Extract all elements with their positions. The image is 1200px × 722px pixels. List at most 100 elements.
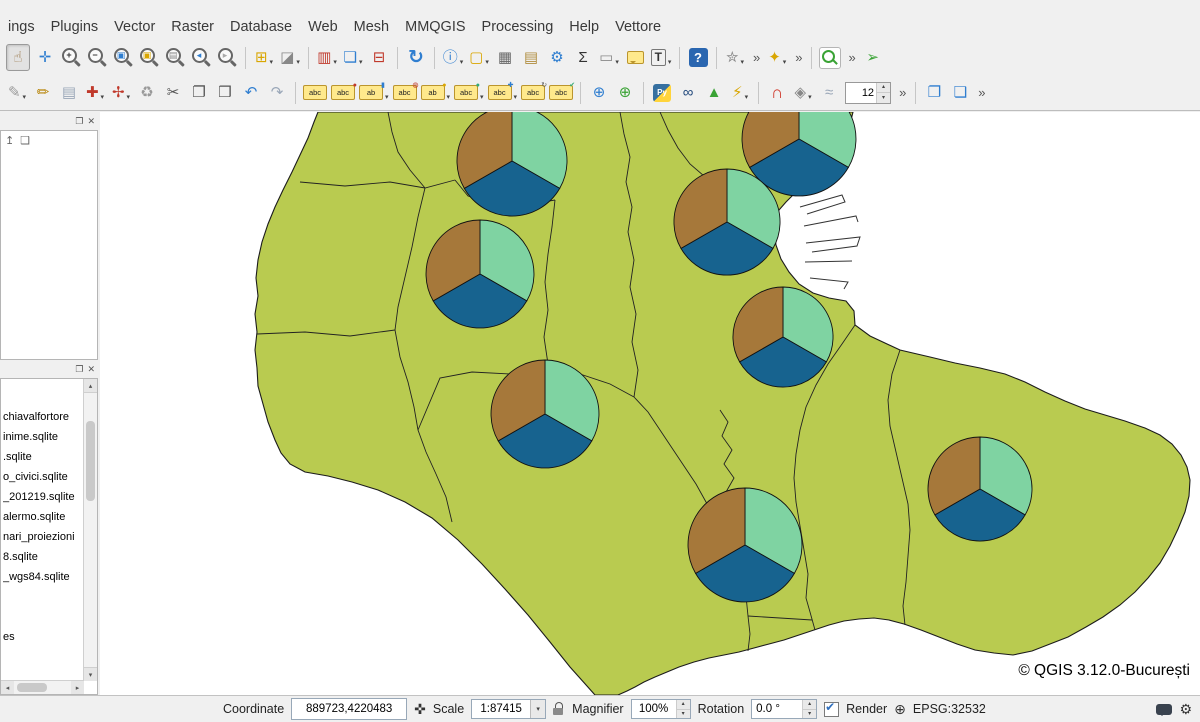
processing-toolbox-button[interactable]: ⚙	[546, 45, 568, 70]
menu-item-mmqgis[interactable]: MMQGIS	[397, 16, 473, 38]
chevron-down-icon[interactable]: ▾	[783, 58, 787, 70]
pan-map-button[interactable]: ☝	[6, 44, 30, 71]
scale-input[interactable]	[472, 702, 530, 716]
lock-icon[interactable]	[553, 702, 565, 716]
menu-item-ings[interactable]: ings	[0, 16, 43, 38]
close-panel-icon[interactable]: ✕	[87, 365, 95, 374]
layers-panel[interactable]: ↥❑	[0, 130, 98, 360]
zoom-in-button[interactable]: +	[60, 45, 82, 70]
rotate-label-button[interactable]: abc↻	[521, 80, 545, 105]
scroll-down-icon[interactable]: ▾	[84, 667, 97, 681]
copy-style-button[interactable]: ❐	[923, 80, 945, 105]
plugin-tool-a-button[interactable]: ✦▾	[766, 45, 788, 70]
vertex-tool-button[interactable]: ✢▾	[110, 80, 132, 105]
chevron-down-icon[interactable]: ▾	[296, 58, 300, 70]
horizontal-scroll-thumb[interactable]	[17, 683, 47, 692]
snapping-tolerance-spinbox[interactable]: ▴▾	[845, 82, 891, 104]
gear-icon[interactable]: ⚙	[1179, 702, 1192, 716]
step-up-icon[interactable]: ▴	[677, 700, 690, 709]
python-console-button[interactable]: Py	[651, 80, 673, 105]
scale-combo[interactable]: ▾	[471, 699, 546, 719]
pan-map-to-selection-button[interactable]: ✛	[34, 45, 56, 70]
measure-line-button[interactable]: ▭▾	[598, 45, 620, 70]
help-button[interactable]: ?	[687, 45, 709, 70]
step-down-icon[interactable]: ▾	[803, 709, 816, 719]
text-annotation-button[interactable]: T▾	[650, 45, 672, 70]
scroll-up-icon[interactable]: ▴	[84, 379, 97, 393]
zoom-full-extent-button[interactable]: ▣	[112, 45, 134, 70]
epsg-label[interactable]: EPSG:32532	[913, 702, 986, 716]
cut-features-button[interactable]: ✂	[162, 80, 184, 105]
step-up-icon[interactable]: ▴	[877, 83, 890, 93]
osm-place-search-button[interactable]	[819, 45, 841, 70]
qgis-cloud-plugin-button[interactable]: ➢	[862, 45, 884, 70]
move-label-button[interactable]: abc✚▾	[488, 80, 518, 105]
chevron-down-icon[interactable]: ▾	[127, 93, 131, 105]
show-hide-labels-button[interactable]: ab●▾	[421, 80, 451, 105]
chevron-down-icon[interactable]: ▾	[359, 58, 363, 70]
globe-icon[interactable]: ⊕	[894, 702, 906, 716]
snapping-toggle-button[interactable]: ∩	[766, 80, 788, 105]
toolbar-overflow-chevron[interactable]: »	[753, 50, 759, 65]
chevron-down-icon[interactable]: ▾	[101, 93, 105, 105]
paste-features-button[interactable]: ❒	[214, 80, 236, 105]
search-binoculars-button[interactable]: ∞	[677, 80, 699, 105]
label-visibility-button[interactable]: abc●▾	[454, 80, 484, 105]
toolbar-overflow-chevron[interactable]: »	[795, 50, 801, 65]
chevron-down-icon[interactable]: ▾	[514, 93, 518, 105]
messages-bubble-icon[interactable]	[1156, 704, 1172, 715]
chevron-down-icon[interactable]: ▾	[808, 93, 812, 105]
toolbar-overflow-chevron[interactable]: »	[848, 50, 854, 65]
snapping-tolerance-input[interactable]	[846, 83, 876, 103]
duplicate-layer-button[interactable]: ❏	[949, 80, 971, 105]
profile-tool-button[interactable]: ▲	[703, 80, 725, 105]
new-map-view-button[interactable]: ⊞▾	[253, 45, 275, 70]
float-panel-icon[interactable]: ❐	[75, 365, 83, 374]
toolbar-overflow-chevron[interactable]: »	[899, 85, 905, 100]
menu-item-processing[interactable]: Processing	[474, 16, 562, 38]
chevron-down-icon[interactable]: ▾	[741, 58, 745, 70]
zoom-out-button[interactable]: −	[86, 45, 108, 70]
coordinate-input[interactable]	[291, 698, 407, 720]
menu-item-web[interactable]: Web	[300, 16, 346, 38]
layer-labeling-options-button[interactable]: abc	[303, 80, 327, 105]
pin-unpin-labels-button[interactable]: ab▮▾	[359, 80, 389, 105]
web-service-globe-button[interactable]: ⊕	[614, 80, 636, 105]
open-attribute-table-button[interactable]: ▦	[494, 45, 516, 70]
scroll-right-icon[interactable]: ▸	[71, 681, 84, 694]
show-statistical-summary-button[interactable]: Σ	[572, 45, 594, 70]
step-up-icon[interactable]: ▴	[803, 700, 816, 709]
current-edits-button[interactable]: ✎▾	[6, 80, 28, 105]
chevron-down-icon[interactable]: ▾	[615, 58, 619, 70]
menu-item-mesh[interactable]: Mesh	[346, 16, 397, 38]
chevron-down-icon[interactable]: ▾	[480, 93, 484, 105]
toggle-editing-button[interactable]: ✏	[32, 80, 54, 105]
float-panel-icon[interactable]: ❐	[75, 117, 83, 126]
magnifier-spinbox[interactable]: ▴▾	[631, 699, 691, 719]
highlight-pinned-labels-button[interactable]: abc◍	[393, 80, 417, 105]
menu-item-vector[interactable]: Vector	[106, 16, 163, 38]
redo-button[interactable]: ↷	[266, 80, 288, 105]
field-calculator-button[interactable]: ▤	[520, 45, 542, 70]
menu-item-plugins[interactable]: Plugins	[43, 16, 107, 38]
horizontal-scrollbar[interactable]: ◂ ▸	[1, 680, 84, 694]
chevron-down-icon[interactable]: ▾	[745, 93, 749, 105]
panel-options-tool-icon[interactable]: ❑	[20, 134, 30, 147]
delete-selected-button[interactable]: ♻	[136, 80, 158, 105]
save-layer-edits-button[interactable]: ▤	[58, 80, 80, 105]
chevron-down-icon[interactable]: ▾	[460, 58, 464, 70]
rotation-input[interactable]	[752, 700, 802, 718]
collapse-tree-tool-icon[interactable]: ↥	[5, 134, 14, 147]
data-source-manager-button[interactable]: ▥▾	[316, 45, 338, 70]
refresh-map-button[interactable]: ↻	[405, 45, 427, 70]
zoom-to-layer-button[interactable]: ▤	[164, 45, 186, 70]
render-checkbox[interactable]	[824, 702, 839, 717]
close-panel-icon[interactable]: ✕	[87, 117, 95, 126]
menu-item-vettore[interactable]: Vettore	[607, 16, 669, 38]
undo-button[interactable]: ↶	[240, 80, 262, 105]
chevron-down-icon[interactable]: ▾	[23, 93, 27, 105]
map-canvas[interactable]: © QGIS 3.12.0-București	[100, 112, 1200, 695]
scroll-left-icon[interactable]: ◂	[1, 681, 14, 694]
quick-map-services-button[interactable]: ⚡▾	[729, 80, 751, 105]
chevron-down-icon[interactable]: ▾	[385, 93, 389, 105]
